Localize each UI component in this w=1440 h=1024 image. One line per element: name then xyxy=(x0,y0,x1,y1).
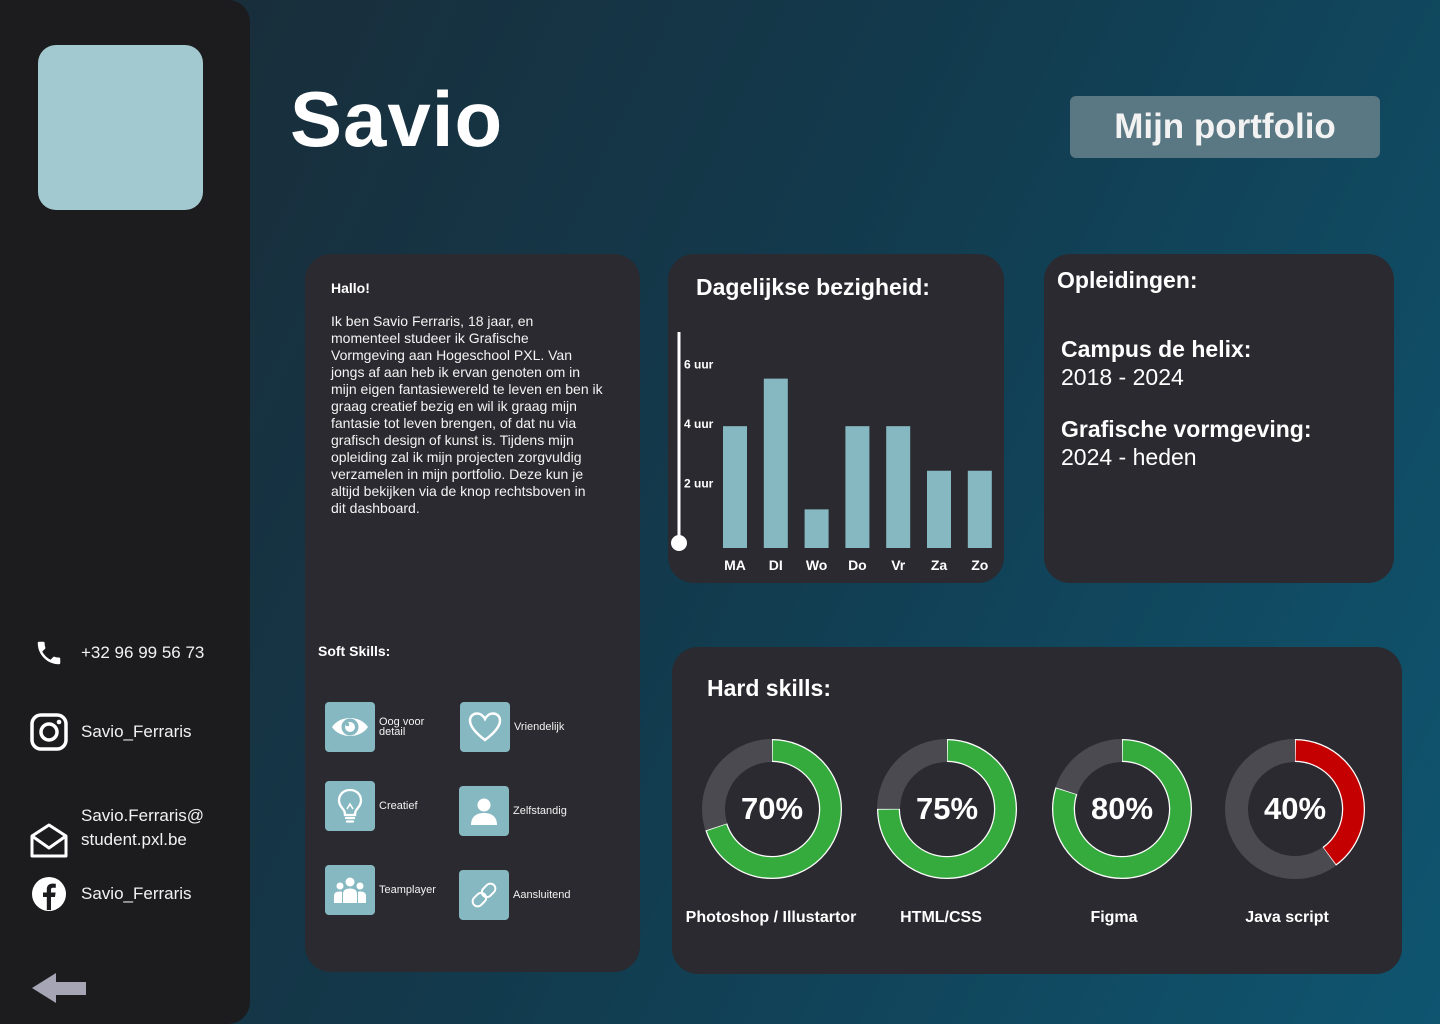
education-years: 2024 - heden xyxy=(1061,444,1197,470)
education-years: 2018 - 2024 xyxy=(1061,364,1184,390)
bio-text: Ik ben Savio Ferraris, 18 jaar, en momen… xyxy=(331,313,603,516)
education-title: Opleidingen: xyxy=(1057,267,1198,293)
heart-icon xyxy=(460,702,510,752)
skill-percent: 75% xyxy=(915,791,979,826)
avatar xyxy=(38,45,203,210)
chart-bar xyxy=(804,509,829,548)
link-icon xyxy=(459,870,509,920)
eye-icon xyxy=(325,702,375,752)
chart-bar xyxy=(845,426,870,548)
contact-instagram[interactable]: Savio_Ferraris xyxy=(28,711,192,753)
skill-donut: 80% xyxy=(1052,739,1192,879)
x-tick-label: DI xyxy=(769,557,783,573)
mail-icon xyxy=(28,820,70,862)
page-title: Savio xyxy=(290,75,504,163)
skill-label: Java script xyxy=(1245,909,1329,926)
chart-bar xyxy=(723,426,747,548)
about-card: Hallo! Ik ben Savio Ferraris, 18 jaar, e… xyxy=(305,254,640,972)
soft-skill-label: Oog voor detail xyxy=(379,716,425,738)
soft-skill-label: Vriendelijk xyxy=(514,721,565,733)
chart-bar xyxy=(967,470,992,548)
facebook-icon xyxy=(28,873,70,915)
x-tick-label: MA xyxy=(724,557,746,573)
soft-skill-item: Aansluitend xyxy=(459,870,573,920)
soft-skills-title: Soft Skills: xyxy=(318,643,391,659)
soft-skill-item: Oog voor detail xyxy=(325,702,439,752)
skill-donut: 40% xyxy=(1225,739,1365,879)
hard-skills-title: Hard skills: xyxy=(707,675,831,701)
skill-percent: 70% xyxy=(740,791,804,826)
daily-activity-card: Dagelijkse bezigheid: 2 uur 4 uur 6 uur MA D… xyxy=(668,254,1004,583)
y-tick-label: 2 uur xyxy=(684,477,714,491)
y-axis-handle xyxy=(671,535,687,551)
contact-email[interactable]: Savio.Ferraris@ student.pxl.be xyxy=(28,794,204,862)
chart-bar xyxy=(763,378,788,548)
soft-skill-item: Vriendelijk xyxy=(460,702,574,752)
email-address: Savio.Ferraris@ student.pxl.be xyxy=(81,804,204,852)
back-button[interactable] xyxy=(30,968,88,1009)
skill-label: Figma xyxy=(1090,909,1138,926)
daily-bar-chart: 2 uur 4 uur 6 uur MA DI Wo Do Vr Za Zo xyxy=(671,332,992,573)
x-tick-label: Vr xyxy=(891,557,906,573)
education-name: Grafische vormgeving: xyxy=(1061,416,1312,442)
instagram-handle: Savio_Ferraris xyxy=(81,722,192,741)
sidebar: +32 96 99 56 73 Savio_Ferraris Savio.Fer… xyxy=(0,0,250,1024)
person-icon xyxy=(459,786,509,836)
soft-skill-item: Creatief xyxy=(325,781,439,831)
lightbulb-icon xyxy=(325,781,375,831)
skill-label: Photoshop / Illustartor xyxy=(685,909,857,926)
facebook-handle: Savio_Ferraris xyxy=(81,884,192,903)
skill-percent: 80% xyxy=(1090,791,1154,826)
x-tick-label: Za xyxy=(931,557,948,573)
phone-number: +32 96 99 56 73 xyxy=(81,643,205,662)
email-line-2: student.pxl.be xyxy=(81,830,187,849)
email-line-1: Savio.Ferraris@ xyxy=(81,806,205,825)
x-tick-label: Zo xyxy=(971,557,988,573)
soft-skill-label: Aansluitend xyxy=(513,889,571,901)
portfolio-button[interactable]: Mijn portfolio xyxy=(1070,96,1380,158)
education-item: Grafische vormgeving: 2024 - heden xyxy=(1061,415,1312,471)
y-tick-label: 6 uur xyxy=(684,358,714,372)
soft-skill-label: Teamplayer xyxy=(379,884,436,896)
contact-facebook[interactable]: Savio_Ferraris xyxy=(28,873,192,915)
education-card: Opleidingen: Campus de helix: 2018 - 202… xyxy=(1044,254,1394,583)
soft-skill-label: Creatief xyxy=(379,800,418,812)
skill-donut: 70% xyxy=(702,739,842,879)
x-tick-label: Wo xyxy=(806,557,828,573)
phone-icon xyxy=(28,632,70,674)
education-item: Campus de helix: 2018 - 2024 xyxy=(1061,335,1251,391)
skill-donut: 75% xyxy=(877,739,1017,879)
chart-bar xyxy=(886,426,911,548)
soft-skill-item: Zelfstandig xyxy=(459,786,573,836)
contact-phone[interactable]: +32 96 99 56 73 xyxy=(28,632,204,674)
instagram-icon xyxy=(28,711,70,753)
chart-bar xyxy=(927,470,951,548)
x-tick-label: Do xyxy=(848,557,867,573)
greeting: Hallo! xyxy=(331,280,370,296)
y-tick-label: 4 uur xyxy=(684,417,714,431)
education-name: Campus de helix: xyxy=(1061,336,1252,362)
skill-label: HTML/CSS xyxy=(900,909,982,926)
soft-skill-item: Teamplayer xyxy=(325,865,439,915)
hard-skills-card: Hard skills: 70% Photoshop / Illustartor… xyxy=(672,647,1402,974)
soft-skill-label: Zelfstandig xyxy=(513,805,567,817)
skill-percent: 40% xyxy=(1263,791,1327,826)
team-icon xyxy=(325,865,375,915)
arrow-left-icon xyxy=(32,973,86,1003)
